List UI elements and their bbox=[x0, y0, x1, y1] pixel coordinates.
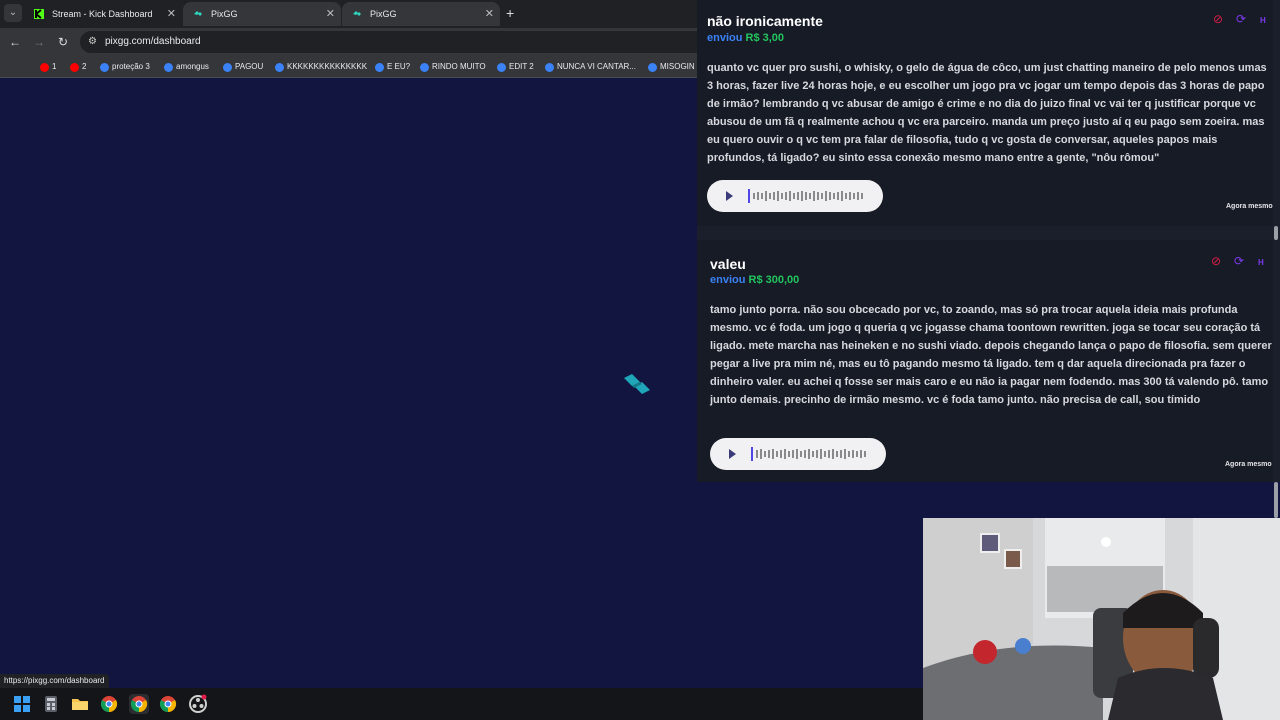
dashboard-page bbox=[0, 78, 697, 688]
bookmark-item[interactable]: E EU? bbox=[375, 60, 410, 74]
audio-player[interactable] bbox=[710, 438, 886, 470]
sent-label: enviou bbox=[707, 32, 743, 44]
file-explorer-icon[interactable] bbox=[70, 694, 90, 714]
waveform-icon[interactable] bbox=[748, 189, 870, 203]
pixgg-icon bbox=[100, 63, 109, 72]
block-icon[interactable]: ⊘ bbox=[1213, 13, 1223, 25]
tab-title: PixGG bbox=[370, 9, 397, 19]
youtube-icon bbox=[70, 63, 79, 72]
webcam-overlay bbox=[923, 518, 1280, 720]
bookmark-item[interactable]: EDIT 2 bbox=[497, 60, 534, 74]
bookmark-item[interactable]: 1 bbox=[40, 60, 56, 74]
donation-time: Agora mesmo bbox=[1226, 203, 1273, 210]
pixgg-icon bbox=[194, 11, 202, 16]
link-status-bar: https://pixgg.com/dashboard bbox=[0, 674, 109, 688]
tab-title: Stream - Kick Dashboard bbox=[52, 9, 153, 19]
replay-icon[interactable]: ⟳ bbox=[1236, 13, 1246, 25]
tab-pixgg-1[interactable]: PixGG ✕ bbox=[183, 2, 341, 26]
obs-icon[interactable] bbox=[188, 694, 208, 714]
back-arrow-icon[interactable]: ← bbox=[6, 33, 24, 51]
donation-amount-line: enviou R$ 3,00 bbox=[707, 32, 784, 44]
donation-message: quanto vc quer pro sushi, o whisky, o ge… bbox=[707, 62, 1267, 164]
tab-kick-dashboard[interactable]: Stream - Kick Dashboard ✕ bbox=[24, 2, 182, 26]
youtube-icon bbox=[40, 63, 49, 72]
bookmark-item[interactable]: MISOGIN bbox=[648, 60, 695, 74]
sent-label: enviou bbox=[710, 274, 746, 286]
pixgg-icon bbox=[648, 63, 657, 72]
close-icon[interactable]: ✕ bbox=[485, 2, 494, 26]
hide-icon[interactable]: H bbox=[1260, 15, 1266, 27]
scrollbar-thumb[interactable] bbox=[1274, 226, 1278, 240]
pixgg-icon bbox=[223, 63, 232, 72]
loading-logo-icon bbox=[624, 374, 650, 394]
donation-amount: R$ 300,00 bbox=[748, 274, 800, 286]
replay-icon[interactable]: ⟳ bbox=[1234, 255, 1244, 267]
pixgg-icon bbox=[164, 63, 173, 72]
donor-name: não ironicamente bbox=[707, 13, 823, 29]
calculator-icon[interactable] bbox=[41, 694, 61, 714]
block-icon[interactable]: ⊘ bbox=[1211, 255, 1221, 267]
waveform-icon[interactable] bbox=[751, 447, 873, 461]
donation-time: Agora mesmo bbox=[1225, 461, 1272, 468]
feed-divider bbox=[697, 226, 1280, 240]
audio-player[interactable] bbox=[707, 180, 883, 212]
forward-arrow-icon[interactable]: → bbox=[30, 33, 48, 51]
tab-title: PixGG bbox=[211, 9, 238, 19]
chrome-profile-icon[interactable] bbox=[129, 694, 149, 714]
donation-card: valeu enviou R$ 300,00 ⊘ ⟳ H tamo junto … bbox=[697, 240, 1273, 482]
donation-card: não ironicamente enviou R$ 3,00 ⊘ ⟳ H qu… bbox=[697, 0, 1273, 226]
bookmark-item[interactable]: proteção 3 bbox=[100, 60, 150, 74]
tab-pixgg-2[interactable]: PixGG ✕ bbox=[342, 2, 500, 26]
donation-message: tamo junto porra. não sou obcecado por v… bbox=[710, 304, 1272, 406]
chrome-profile-icon[interactable] bbox=[158, 694, 178, 714]
bookmark-item[interactable]: 2 bbox=[70, 60, 86, 74]
pixgg-icon bbox=[420, 63, 429, 72]
close-icon[interactable]: ✕ bbox=[326, 2, 335, 26]
bookmark-item[interactable]: amongus bbox=[164, 60, 209, 74]
kick-icon bbox=[34, 9, 44, 19]
site-settings-icon[interactable]: ⚙ bbox=[88, 36, 100, 48]
play-icon[interactable] bbox=[729, 449, 736, 459]
close-icon[interactable]: ✕ bbox=[167, 2, 176, 26]
reload-icon[interactable]: ↻ bbox=[54, 33, 72, 51]
bookmark-item[interactable]: NUNCA VI CANTAR... bbox=[545, 60, 636, 74]
play-icon[interactable] bbox=[726, 191, 733, 201]
url-text[interactable]: pixgg.com/dashboard bbox=[105, 31, 201, 53]
donation-amount: R$ 3,00 bbox=[745, 32, 785, 44]
tab-search-button[interactable]: ⌄ bbox=[4, 4, 22, 22]
pixgg-icon bbox=[497, 63, 506, 72]
donation-amount-line: enviou R$ 300,00 bbox=[710, 274, 799, 286]
scrollbar-thumb[interactable] bbox=[1274, 482, 1278, 518]
pixgg-icon bbox=[353, 11, 361, 16]
bookmark-item[interactable]: RINDO MUITO bbox=[420, 60, 486, 74]
windows-start-icon[interactable] bbox=[12, 694, 32, 714]
bookmark-item[interactable]: PAGOU bbox=[223, 60, 263, 74]
hide-icon[interactable]: H bbox=[1258, 257, 1264, 269]
new-tab-button[interactable]: + bbox=[506, 4, 520, 22]
donor-name: valeu bbox=[710, 256, 746, 272]
chrome-icon[interactable] bbox=[99, 694, 119, 714]
pixgg-icon bbox=[275, 63, 284, 72]
pixgg-icon bbox=[545, 63, 554, 72]
pixgg-icon bbox=[375, 63, 384, 72]
bookmark-item[interactable]: KKKKKKKKKKKKKKK bbox=[275, 60, 367, 74]
